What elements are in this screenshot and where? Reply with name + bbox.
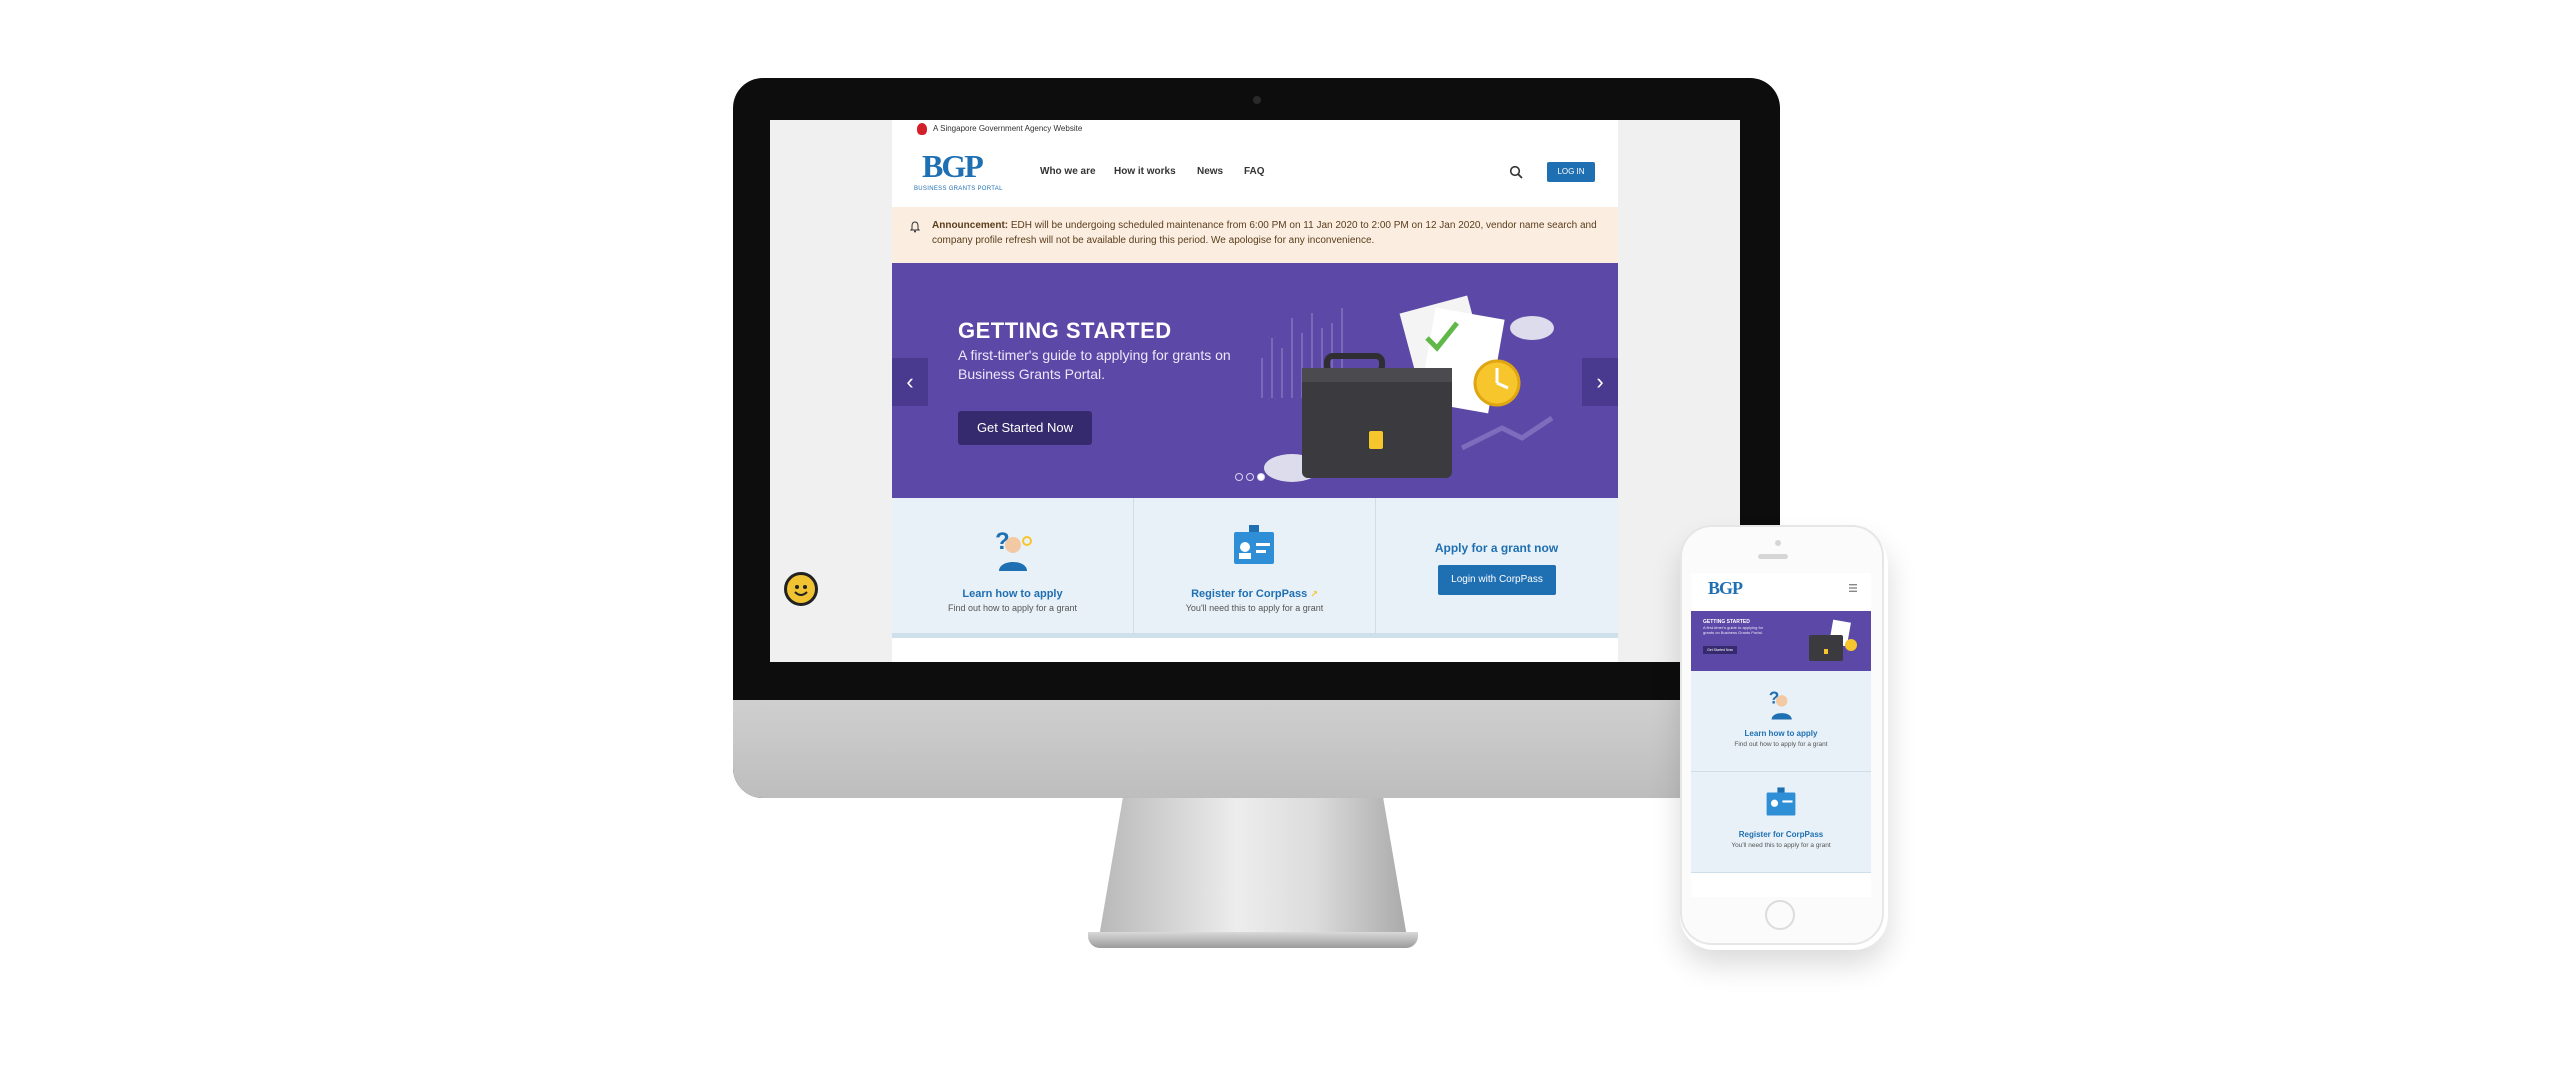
card-apply-for-grant: Apply for a grant now Login with CorpPas… [1376,498,1617,633]
mobile-card-register-corppass[interactable]: Register for CorpPass You'll need this t… [1691,772,1871,873]
section-divider [892,633,1618,638]
nav-news[interactable]: News [1197,166,1223,177]
carousel-dot-active[interactable] [1257,473,1265,481]
mobile-id-badge-icon [1766,787,1796,816]
login-with-corppass-button[interactable]: Login with CorpPass [1438,565,1556,595]
nav-faq[interactable]: FAQ [1244,166,1265,177]
carousel-dot[interactable] [1246,473,1254,481]
card-learn-how-to-apply[interactable]: ? Learn how to apply Find out how to app… [892,498,1134,633]
question-person-icon: ? [995,528,1032,571]
learn-how-to-apply-title[interactable]: Learn how to apply [892,588,1133,600]
mobile-register-title[interactable]: Register for CorpPass [1691,830,1871,839]
briefcase-illustration [1261,295,1554,482]
phone-screen: BGP GETTING STARTED A first-timer's guid… [1691,573,1871,897]
mobile-hero-subtitle: A first-timer's guide to applying for gr… [1703,625,1764,635]
imac-stand-base [1088,932,1418,948]
announcement-label: Announcement: [932,220,1009,231]
register-corppass-title[interactable]: Register for CorpPass ↗ [1134,588,1375,600]
mobile-get-started-button[interactable]: Get Started Now [1703,646,1737,654]
gov-masthead-text: A Singapore Government Agency Website [933,124,1083,133]
nav-who-we-are[interactable]: Who we are [1040,166,1096,177]
carousel-next-button[interactable]: › [1582,358,1618,406]
carousel-indicators [1235,468,1268,486]
mobile-register-subtitle: You'll need this to apply for a grant [1731,842,1831,849]
mobile-learn-title[interactable]: Learn how to apply [1691,729,1871,738]
search-icon[interactable] [1509,165,1523,179]
apply-for-grant-title: Apply for a grant now [1434,541,1559,555]
imac-screen: A Singapore Government Agency Website BG… [770,120,1740,662]
login-button[interactable]: LOG IN [1547,162,1595,182]
get-started-button[interactable]: Get Started Now [958,411,1092,445]
mobile-hero: GETTING STARTED A first-timer's guide to… [1691,611,1871,671]
announcement-body: EDH will be undergoing scheduled mainten… [932,220,1597,246]
hero-title: GETTING STARTED [958,318,1172,343]
id-badge-icon [1234,525,1274,564]
learn-how-to-apply-subtitle: Find out how to apply for a grant [947,603,1078,613]
mobile-learn-subtitle: Find out how to apply for a grant [1734,741,1828,748]
register-corppass-subtitle: You'll need this to apply for a grant [1185,603,1324,613]
register-corppass-label: Register for CorpPass [1191,588,1308,600]
card-register-corppass[interactable]: Register for CorpPass ↗ You'll need this… [1134,498,1376,633]
gov-masthead: A Singapore Government Agency Website [892,120,1618,138]
mobile-question-person-icon: ? [1769,688,1792,720]
nav-how-it-works[interactable]: How it works [1114,166,1176,177]
bell-icon [910,221,920,233]
smiley-icon [794,585,808,596]
phone-speaker [1758,554,1788,559]
bgp-website: A Singapore Government Agency Website BG… [892,120,1618,662]
action-cards: ? Learn how to apply Find out how to app… [892,498,1618,633]
announcement-banner: Announcement: EDH will be undergoing sch… [892,207,1618,263]
carousel-prev-button[interactable]: ‹ [892,358,928,406]
phone-home-button [1765,900,1795,930]
mobile-card-learn-how-to-apply[interactable]: ? Learn how to apply Find out how to app… [1691,671,1871,772]
external-link-icon: ↗ [1310,589,1318,599]
hero-carousel: GETTING STARTED A first-timer's guide to… [892,263,1618,498]
imac-camera [1253,96,1261,104]
bgp-logo-subtitle: BUSINESS GRANTS PORTAL [914,186,1003,192]
imac-chin [733,700,1780,798]
announcement-text: Announcement: EDH will be undergoing sch… [932,218,1602,248]
carousel-dot[interactable] [1235,473,1243,481]
bgp-logo[interactable]: BGP [922,148,984,185]
mobile-bgp-logo[interactable]: BGP [1708,578,1743,599]
lion-head-icon [917,123,927,135]
mobile-briefcase-illustration [1809,619,1857,661]
imac-stand [1098,798,1408,943]
chatbot-icon[interactable] [784,572,818,606]
hamburger-menu-icon[interactable] [1849,584,1857,592]
hero-subtitle: A first-timer's guide to applying for gr… [958,347,1231,382]
phone-camera [1775,540,1781,546]
